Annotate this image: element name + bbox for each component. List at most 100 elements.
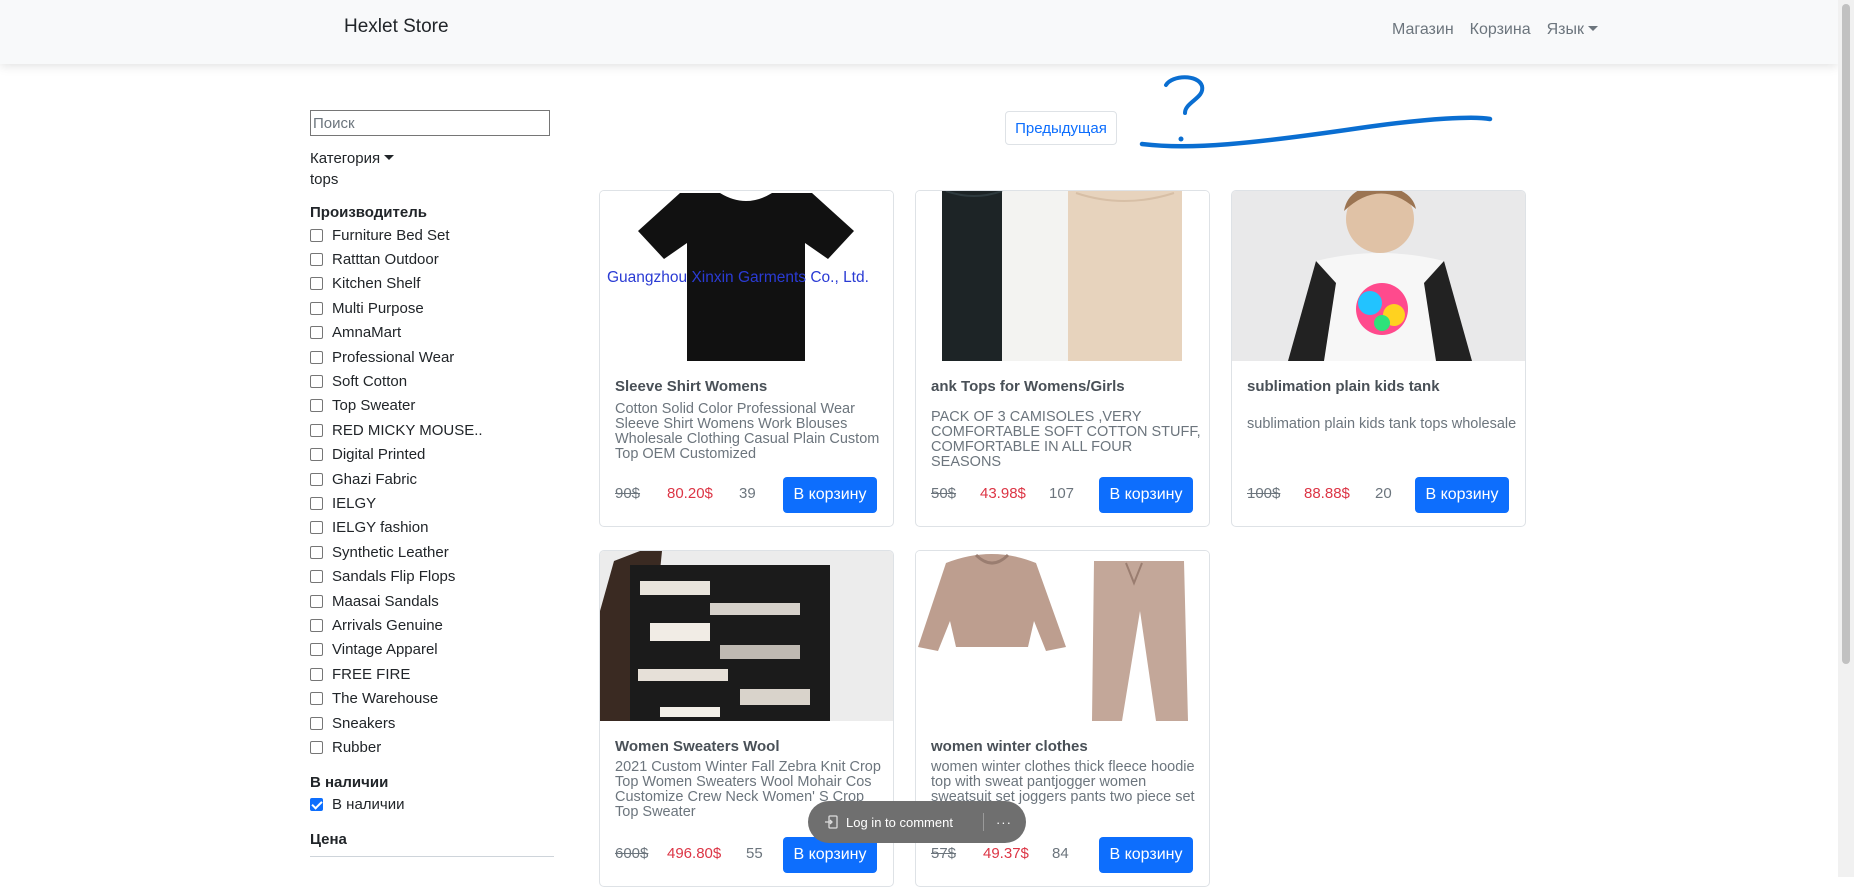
old-price: 600$ [615, 845, 649, 862]
product-image[interactable] [600, 551, 893, 721]
manufacturer-checkbox-row[interactable]: Digital Printed [310, 443, 554, 467]
manufacturer-checkbox-row[interactable]: Vintage Apparel [310, 638, 554, 662]
add-to-cart-button[interactable]: В корзину [783, 477, 877, 513]
search-input[interactable] [310, 110, 550, 136]
product-description: women winter clothes thick fleece hoodie… [931, 759, 1195, 805]
manufacturer-checkbox-row[interactable]: The Warehouse [310, 686, 554, 710]
chevron-down-icon [1588, 26, 1598, 31]
stock-checkbox[interactable] [310, 798, 323, 812]
manufacturer-label: IELGY fashion [332, 519, 429, 537]
manufacturer-label: FREE FIRE [332, 665, 411, 683]
manufacturer-checkbox-row[interactable]: Sneakers [310, 711, 554, 735]
sale-price: 43.98$ [980, 485, 1026, 502]
manufacturer-checkbox[interactable] [310, 521, 323, 535]
manufacturer-checkbox-row[interactable]: Ratttan Outdoor [310, 247, 554, 271]
manufacturer-checkbox[interactable] [310, 301, 323, 315]
manufacturer-checkbox-row[interactable]: FREE FIRE [310, 662, 554, 686]
brand-logo[interactable]: Hexlet Store [344, 16, 449, 38]
product-card: ank Tops for Womens/Girls PACK OF 3 CAMI… [915, 190, 1210, 527]
manufacturer-checkbox-row[interactable]: IELGY [310, 491, 554, 515]
manufacturer-checkbox[interactable] [310, 618, 323, 632]
price-filter[interactable] [310, 855, 554, 867]
manufacturer-checkbox-row[interactable]: Soft Cotton [310, 369, 554, 393]
manufacturer-checkbox[interactable] [310, 667, 323, 681]
product-card: sublimation plain kids tank sublimation … [1231, 190, 1526, 527]
manufacturer-checkbox-row[interactable]: RED MICKY MOUSE.. [310, 418, 554, 442]
product-title[interactable]: Sleeve Shirt Womens [615, 378, 767, 395]
old-price: 90$ [615, 485, 641, 502]
manufacturer-checkbox[interactable] [310, 326, 323, 340]
nav-link-cart[interactable]: Корзина [1470, 21, 1531, 39]
manufacturer-label: The Warehouse [332, 690, 439, 708]
category-dropdown[interactable]: Категория [310, 150, 554, 167]
manufacturer-checkbox-row[interactable]: Rubber [310, 735, 554, 759]
manufacturer-checkbox[interactable] [310, 472, 323, 486]
manufacturer-label: Ratttan Outdoor [332, 251, 439, 269]
product-title[interactable]: sublimation plain kids tank [1247, 378, 1440, 395]
manufacturer-checkbox-row[interactable]: Multi Purpose [310, 296, 554, 320]
manufacturer-checkbox[interactable] [310, 277, 323, 291]
product-image[interactable] [916, 191, 1209, 361]
manufacturer-checkbox-row[interactable]: Furniture Bed Set [310, 223, 554, 247]
navbar: Hexlet Store Магазин Корзина Язык [0, 0, 1838, 64]
product-description: sublimation plain kids tank tops wholesa… [1247, 416, 1517, 432]
stock-checkbox-row[interactable]: В наличии [310, 793, 554, 817]
product-title[interactable]: Women Sweaters Wool [615, 738, 779, 755]
sale-price: 496.80$ [667, 845, 722, 862]
manufacturer-checkbox[interactable] [310, 692, 323, 706]
product-image[interactable] [1232, 191, 1525, 361]
manufacturer-label: Sandals Flip Flops [332, 568, 456, 586]
product-description: PACK OF 3 CAMISOLES ,VERY COMFORTABLE SO… [931, 409, 1201, 470]
manufacturer-checkbox-row[interactable]: Synthetic Leather [310, 540, 554, 564]
sale-price: 80.20$ [667, 485, 713, 502]
comment-toolbar: Log in to comment ··· [808, 801, 1026, 843]
manufacturer-label: Sneakers [332, 714, 396, 732]
product-image[interactable]: Guangzhou Xinxin Garments Co., Ltd. [600, 191, 893, 361]
category-value: tops [310, 171, 339, 188]
manufacturer-checkbox[interactable] [310, 570, 323, 584]
manufacturer-checkbox[interactable] [310, 228, 323, 242]
manufacturer-checkbox-row[interactable]: Maasai Sandals [310, 589, 554, 613]
manufacturer-checkbox[interactable] [310, 399, 323, 413]
scroll-thumb[interactable] [1842, 4, 1850, 664]
old-price: 50$ [931, 485, 957, 502]
stock-qty: 39 [739, 485, 756, 502]
manufacturer-label: Ghazi Fabric [332, 470, 418, 488]
manufacturer-checkbox-row[interactable]: Top Sweater [310, 394, 554, 418]
stock-qty: 107 [1049, 485, 1075, 502]
manufacturer-checkbox[interactable] [310, 350, 323, 364]
product-title[interactable]: ank Tops for Womens/Girls [931, 378, 1125, 395]
manufacturer-checkbox-row[interactable]: IELGY fashion [310, 516, 554, 540]
add-to-cart-button[interactable]: В корзину [1099, 477, 1193, 513]
previous-page-button[interactable]: Предыдущая [1005, 111, 1117, 145]
manufacturer-checkbox[interactable] [310, 545, 323, 559]
manufacturer-checkbox[interactable] [310, 375, 323, 389]
manufacturer-label: Maasai Sandals [332, 592, 439, 610]
manufacturer-checkbox-row[interactable]: Kitchen Shelf [310, 272, 554, 296]
manufacturer-checkbox-row[interactable]: Arrivals Genuine [310, 613, 554, 637]
manufacturer-checkbox-row[interactable]: Sandals Flip Flops [310, 564, 554, 588]
add-to-cart-button[interactable]: В корзину [1099, 837, 1193, 873]
manufacturer-checkbox[interactable] [310, 643, 323, 657]
product-image[interactable] [916, 551, 1209, 721]
manufacturer-checkbox-row[interactable]: Professional Wear [310, 345, 554, 369]
manufacturer-checkbox[interactable] [310, 253, 323, 267]
manufacturer-checkbox[interactable] [310, 740, 323, 754]
add-to-cart-button[interactable]: В корзину [1415, 477, 1509, 513]
nav-link-shop[interactable]: Магазин [1392, 21, 1454, 39]
manufacturer-label: Furniture Bed Set [332, 226, 450, 244]
manufacturer-checkbox[interactable] [310, 448, 323, 462]
manufacturer-checkbox[interactable] [310, 716, 323, 730]
login-icon [825, 815, 838, 829]
more-options-button[interactable]: ··· [996, 815, 1012, 830]
login-to-comment-button[interactable]: Log in to comment [846, 815, 953, 830]
product-title[interactable]: women winter clothes [931, 738, 1088, 755]
page-scrollbar[interactable] [1838, 0, 1854, 877]
manufacturer-checkbox-row[interactable]: AmnaMart [310, 321, 554, 345]
manufacturer-checkbox[interactable] [310, 496, 323, 510]
manufacturer-checkbox[interactable] [310, 423, 323, 437]
manufacturer-checkbox-row[interactable]: Ghazi Fabric [310, 467, 554, 491]
manufacturer-label: Digital Printed [332, 446, 426, 464]
language-dropdown[interactable]: Язык [1547, 21, 1598, 39]
manufacturer-checkbox[interactable] [310, 594, 323, 608]
